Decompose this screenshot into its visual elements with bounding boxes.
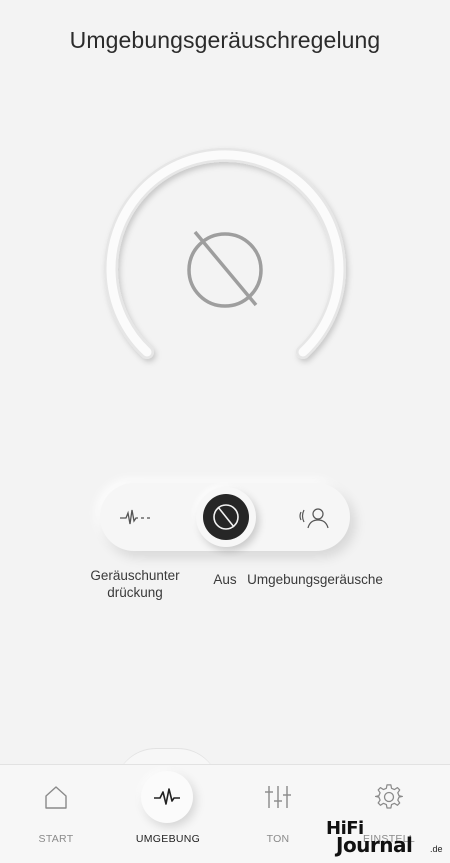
nav-label-ton: TON [266, 833, 290, 845]
ambient-sound-icon[interactable] [298, 503, 332, 531]
off-label: Aus [213, 572, 237, 587]
watermark-suffix: .de [430, 844, 443, 854]
nav-item-ton[interactable]: TON [222, 765, 334, 863]
mode-knob-off[interactable] [203, 494, 249, 540]
off-icon [213, 504, 239, 530]
noise-suppression-label: Geräuschunter drückung [80, 567, 190, 601]
watermark-line2: Journal [336, 833, 413, 857]
nav-label-start: START [38, 833, 74, 845]
gear-icon [375, 784, 403, 809]
nav-active-indicator[interactable] [141, 771, 193, 823]
off-icon [187, 230, 263, 308]
home-icon [45, 786, 67, 809]
nav-label-umgebung: UMGEBUNG [135, 833, 201, 845]
waveform-icon [154, 788, 180, 805]
noise-suppression-label-line1: Geräuschunter [90, 568, 180, 583]
noise-suppression-icon[interactable] [118, 506, 154, 528]
nav-item-start[interactable]: START [0, 765, 112, 863]
equalizer-icon [265, 786, 291, 808]
ambient-sound-label: Umgebungsgeräusche [247, 572, 383, 587]
page-title: Umgebungsgeräuschregelung [69, 27, 381, 53]
hifi-journal-watermark: HiFi Journal .de [326, 818, 446, 858]
noise-suppression-label-line2: drückung [107, 585, 163, 600]
